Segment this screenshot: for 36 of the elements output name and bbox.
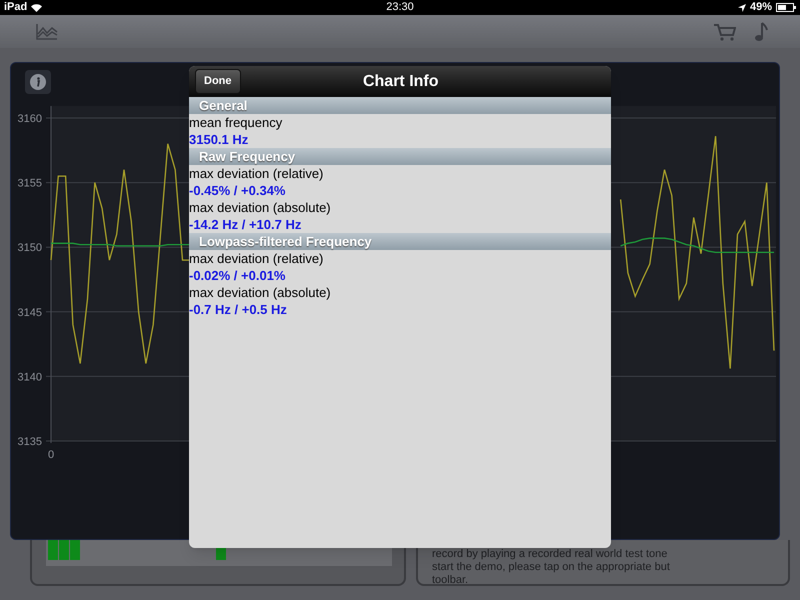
wifi-icon <box>31 4 42 12</box>
section-header: Lowpass-filtered Frequency <box>189 233 611 250</box>
clock: 23:30 <box>386 0 414 16</box>
music-note-icon[interactable] <box>754 22 768 42</box>
cart-icon[interactable] <box>714 22 736 40</box>
info-icon <box>30 74 46 90</box>
chart-icon[interactable] <box>36 24 58 40</box>
info-value: 3150.1 Hz <box>189 131 250 148</box>
info-button[interactable] <box>25 70 51 94</box>
y-tick-label: 3160 <box>18 113 42 125</box>
info-label: mean frequency <box>189 114 284 131</box>
info-label: max deviation (relative) <box>189 250 324 267</box>
info-label: max deviation (relative) <box>189 165 324 182</box>
battery-percent: 49% <box>750 0 772 16</box>
y-tick-label: 3155 <box>18 178 42 190</box>
x-axis-label: 0 <box>48 449 54 461</box>
location-icon <box>738 4 746 12</box>
section-header: Raw Frequency <box>189 148 611 165</box>
section-header: General <box>189 97 611 114</box>
y-tick-label: 3140 <box>18 371 42 384</box>
info-value: -0.45% / +0.34% <box>189 182 286 199</box>
battery-icon <box>776 3 796 12</box>
y-tick-label: 3150 <box>18 242 42 254</box>
info-value: -0.02% / +0.01% <box>189 267 286 284</box>
info-label: max deviation (absolute) <box>189 199 332 216</box>
device-name: iPad <box>4 0 28 16</box>
done-button[interactable]: Done <box>195 69 240 94</box>
help-text-line: record by playing a recorded real world test tone <box>432 548 668 561</box>
help-text-line: toolbar. <box>432 574 470 587</box>
dialog-title: Chart Info <box>362 72 439 92</box>
y-tick-label: 3135 <box>18 436 42 448</box>
info-value: -0.7 Hz / +0.5 Hz <box>189 301 288 318</box>
y-tick-label: 3145 <box>18 306 42 319</box>
help-text-line: start the demo, please tap on the appropriate but <box>432 561 671 574</box>
info-value: -14.2 Hz / +10.7 Hz <box>189 216 302 233</box>
info-label: max deviation (absolute) <box>189 284 332 301</box>
